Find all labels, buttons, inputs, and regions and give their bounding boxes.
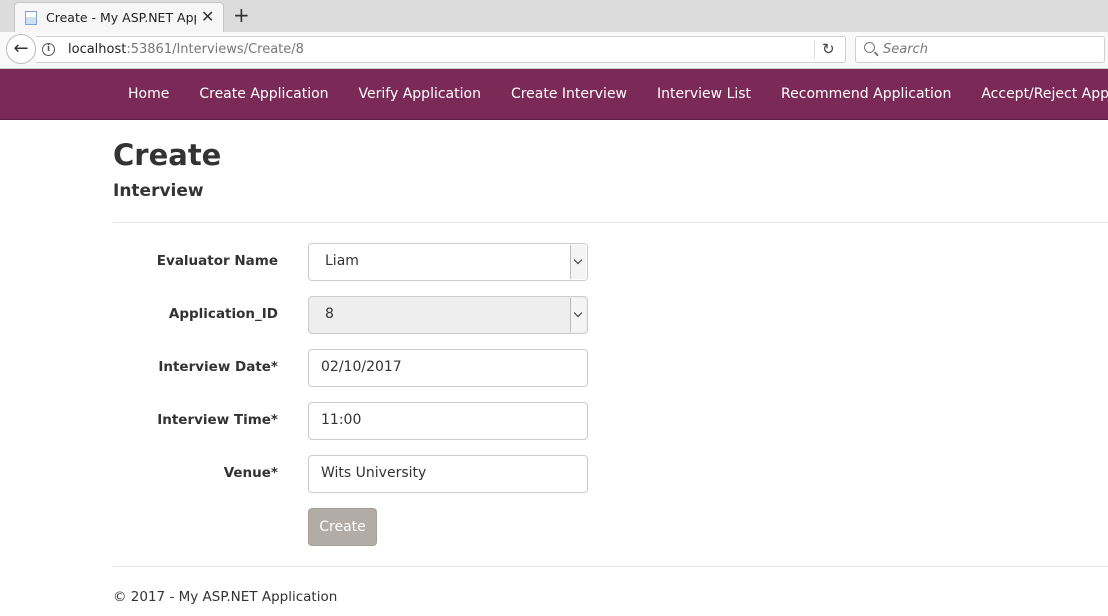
back-button[interactable]: ← xyxy=(6,34,36,64)
divider xyxy=(113,222,1108,223)
url-path: :53861/Interviews/Create/8 xyxy=(126,42,304,57)
interview-time-row: Interview Time* 11:00 xyxy=(113,402,593,440)
interview-date-label: Interview Date* xyxy=(158,359,278,375)
application-id-select[interactable]: 8 xyxy=(308,296,588,334)
nav-interview-list[interactable]: Interview List xyxy=(642,69,766,120)
interview-time-value: 11:00 xyxy=(321,412,362,428)
info-icon[interactable]: i xyxy=(42,43,55,56)
interview-time-field[interactable]: 11:00 xyxy=(308,402,588,440)
nav-verify-application[interactable]: Verify Application xyxy=(344,69,496,120)
browser-tab[interactable]: Create - My ASP.NET Applic ✕ xyxy=(14,2,224,32)
nav-recommend-application[interactable]: Recommend Application xyxy=(766,69,966,120)
venue-row: Venue* Wits University xyxy=(113,455,593,493)
page-subtitle: Interview xyxy=(113,181,204,201)
browser-tab-bar: Create - My ASP.NET Applic ✕ + xyxy=(0,0,1108,32)
interview-date-value: 02/10/2017 xyxy=(321,359,402,375)
reload-icon[interactable]: ↻ xyxy=(822,40,835,58)
create-button[interactable]: Create xyxy=(308,508,377,546)
url-host: localhost xyxy=(68,42,127,57)
nav-create-interview[interactable]: Create Interview xyxy=(496,69,642,120)
evaluator-label: Evaluator Name xyxy=(156,253,278,269)
browser-toolbar: i localhost:53861/Interviews/Create/8 ↻ … xyxy=(0,32,1108,69)
evaluator-select[interactable]: Liam xyxy=(308,243,588,281)
page-title: Create xyxy=(113,138,222,172)
search-icon xyxy=(864,42,875,53)
venue-label: Venue* xyxy=(223,465,278,481)
tab-title: Create - My ASP.NET Applic xyxy=(46,10,196,25)
application-id-label: Application_ID xyxy=(168,306,278,322)
url-text[interactable]: localhost:53861/Interviews/Create/8 xyxy=(68,42,304,57)
new-tab-icon[interactable]: + xyxy=(233,3,250,27)
venue-field[interactable]: Wits University xyxy=(308,455,588,493)
venue-value: Wits University xyxy=(321,465,427,481)
chevron-down-icon[interactable] xyxy=(570,298,586,332)
nav-accept-reject-application[interactable]: Accept/Reject Application xyxy=(966,69,1108,120)
application-id-value: 8 xyxy=(325,306,334,322)
footer-text: © 2017 - My ASP.NET Application xyxy=(113,589,338,605)
url-divider xyxy=(814,40,815,59)
nav-create-application[interactable]: Create Application xyxy=(184,69,343,120)
chevron-down-icon[interactable] xyxy=(570,245,586,279)
nav-home[interactable]: Home xyxy=(113,69,184,120)
application-id-row: Application_ID 8 xyxy=(113,296,593,334)
evaluator-row: Evaluator Name Liam xyxy=(113,243,593,281)
footer-divider xyxy=(113,566,1108,567)
search-input[interactable]: Search xyxy=(855,36,1105,63)
interview-date-field[interactable]: 02/10/2017 xyxy=(308,349,588,387)
back-arrow-icon: ← xyxy=(13,38,29,59)
evaluator-value: Liam xyxy=(325,253,359,269)
interview-time-label: Interview Time* xyxy=(157,412,278,428)
close-tab-icon[interactable]: ✕ xyxy=(201,7,214,26)
page-favicon-icon xyxy=(25,11,37,25)
site-navbar: Home Create Application Verify Applicati… xyxy=(0,69,1108,120)
address-bar[interactable]: i localhost:53861/Interviews/Create/8 ↻ xyxy=(36,36,846,63)
search-placeholder: Search xyxy=(883,42,928,57)
interview-date-row: Interview Date* 02/10/2017 xyxy=(113,349,593,387)
